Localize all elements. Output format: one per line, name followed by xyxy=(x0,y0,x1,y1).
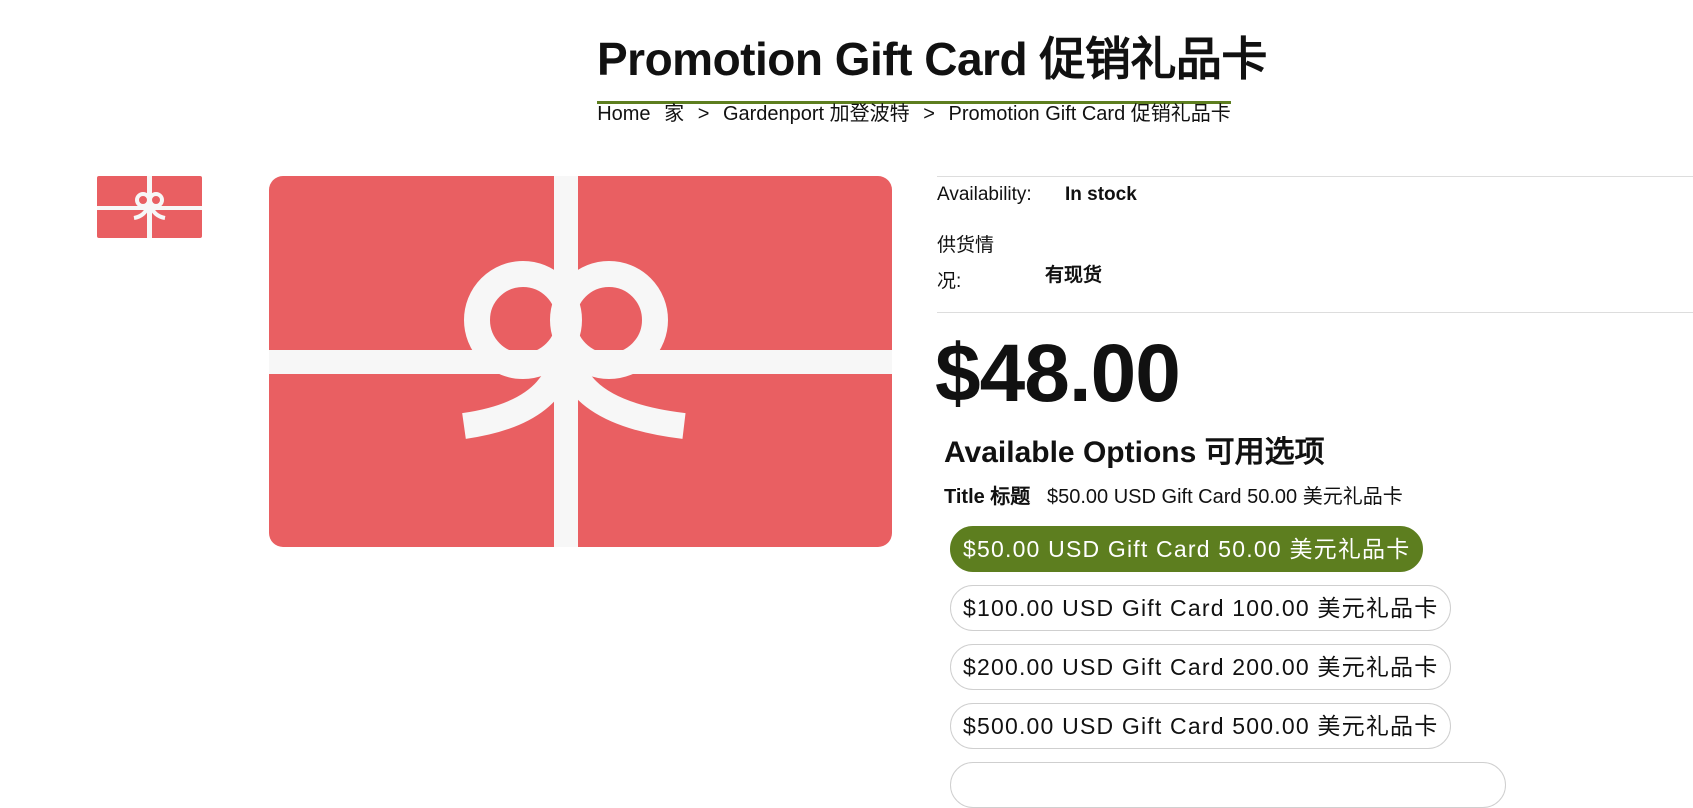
availability-bottom-divider xyxy=(937,312,1693,313)
availability-top-divider xyxy=(937,176,1693,177)
option-500-button[interactable]: $500.00 USD Gift Card 500.00 美元礼品卡 xyxy=(950,703,1452,749)
availability-value-cn: 有现货 xyxy=(1045,265,1103,286)
options-heading: Available Options 可用选项 xyxy=(944,436,1325,469)
breadcrumb-separator: > xyxy=(697,103,710,125)
breadcrumb-collection[interactable]: Gardenport 加登波特 xyxy=(723,100,910,128)
option-title-label: Title 标题 xyxy=(944,486,1031,508)
option-50-button[interactable]: $50.00 USD Gift Card 50.00 美元礼品卡 xyxy=(950,526,1424,572)
gift-card-thumbnail[interactable] xyxy=(97,176,202,238)
breadcrumb-home-cn[interactable]: 家 xyxy=(664,100,684,128)
availability-value: In stock xyxy=(1065,184,1137,205)
breadcrumb-home[interactable]: Home xyxy=(597,100,650,128)
page-title: Promotion Gift Card 促销礼品卡 xyxy=(597,31,1267,104)
product-price: $48.00 xyxy=(935,328,1181,419)
option-title-value: $50.00 USD Gift Card 50.00 美元礼品卡 xyxy=(1047,486,1403,508)
gift-card-image xyxy=(269,176,892,547)
option-200-button[interactable]: $200.00 USD Gift Card 200.00 美元礼品卡 xyxy=(950,644,1452,690)
breadcrumb: Home 家 > Gardenport 加登波特 > Promotion Gif… xyxy=(0,100,1693,128)
option-100-button[interactable]: $100.00 USD Gift Card 100.00 美元礼品卡 xyxy=(950,585,1452,631)
option-more-button[interactable] xyxy=(950,762,1506,808)
breadcrumb-current: Promotion Gift Card 促销礼品卡 xyxy=(948,103,1231,125)
availability-label-cn: 供货情况: xyxy=(937,235,995,292)
availability-label: Availability: xyxy=(937,184,1032,205)
breadcrumb-separator: > xyxy=(923,103,935,125)
